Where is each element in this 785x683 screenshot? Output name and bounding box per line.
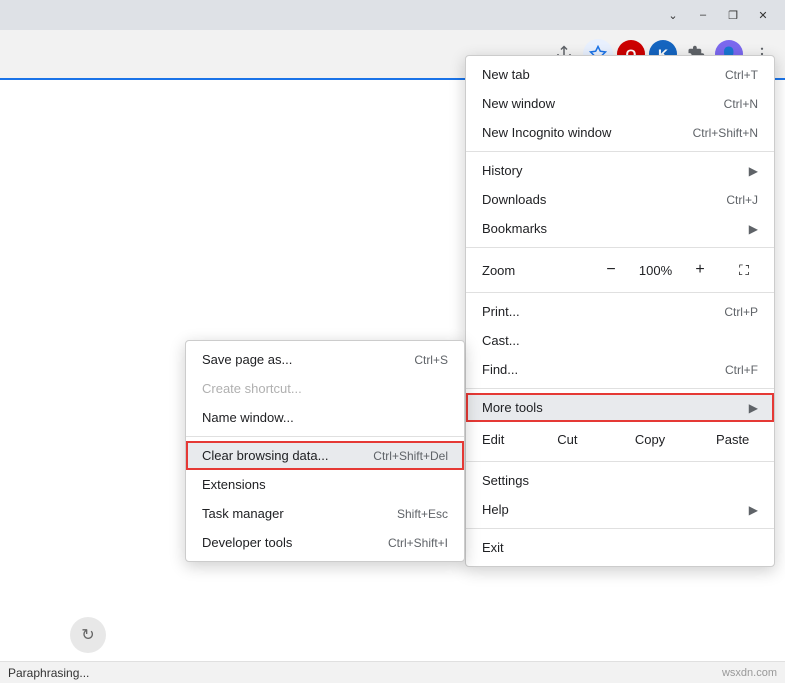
- separator-4: [466, 388, 774, 389]
- menu-item-find[interactable]: Find... Ctrl+F: [466, 355, 774, 384]
- menu-item-more-tools[interactable]: More tools ▶: [466, 393, 774, 422]
- zoom-row: Zoom − 100% + ⛶: [466, 252, 774, 288]
- menu-item-new-tab[interactable]: New tab Ctrl+T: [466, 60, 774, 89]
- menu-item-incognito[interactable]: New Incognito window Ctrl+Shift+N: [466, 118, 774, 147]
- menu-item-cast[interactable]: Cast...: [466, 326, 774, 355]
- close-button[interactable]: ✕: [749, 5, 777, 25]
- submenu-item-developer-tools[interactable]: Developer tools Ctrl+Shift+I: [186, 528, 464, 557]
- copy-button[interactable]: Copy: [609, 426, 692, 453]
- menu-item-print[interactable]: Print... Ctrl+P: [466, 297, 774, 326]
- submenu-item-name-window[interactable]: Name window...: [186, 403, 464, 432]
- separator-3: [466, 292, 774, 293]
- status-bar: Paraphrasing... wsxdn.com: [0, 661, 785, 683]
- submenu-item-task-manager[interactable]: Task manager Shift+Esc: [186, 499, 464, 528]
- separator-6: [466, 528, 774, 529]
- menu-item-settings[interactable]: Settings: [466, 466, 774, 495]
- paraphrase-icon: ↻: [70, 617, 106, 653]
- wsxdn-text: wsxdn.com: [722, 667, 777, 679]
- menu-item-downloads[interactable]: Downloads Ctrl+J: [466, 185, 774, 214]
- submenu-item-clear-browsing[interactable]: Clear browsing data... Ctrl+Shift+Del: [186, 441, 464, 470]
- title-bar: ⌄ – ❐ ✕: [0, 0, 785, 30]
- cut-button[interactable]: Cut: [526, 426, 609, 453]
- submenu-item-create-shortcut[interactable]: Create shortcut...: [186, 374, 464, 403]
- back-icon: ⌄: [659, 5, 687, 25]
- menu-item-new-window[interactable]: New window Ctrl+N: [466, 89, 774, 118]
- menu-item-help[interactable]: Help ▶: [466, 495, 774, 524]
- separator-5: [466, 461, 774, 462]
- separator-2: [466, 247, 774, 248]
- zoom-out-button[interactable]: −: [597, 256, 625, 284]
- menu-item-bookmarks[interactable]: Bookmarks ▶: [466, 214, 774, 243]
- zoom-in-button[interactable]: +: [686, 256, 714, 284]
- fullscreen-button[interactable]: ⛶: [730, 256, 758, 284]
- paste-button[interactable]: Paste: [691, 426, 774, 453]
- maximize-button[interactable]: ❐: [719, 5, 747, 25]
- edit-row: Edit Cut Copy Paste: [466, 422, 774, 457]
- menu-item-history[interactable]: History ▶: [466, 156, 774, 185]
- main-menu: New tab Ctrl+T New window Ctrl+N New Inc…: [465, 55, 775, 567]
- paraphrasing-text: Paraphrasing...: [8, 666, 89, 680]
- submenu-item-save-page[interactable]: Save page as... Ctrl+S: [186, 345, 464, 374]
- minimize-button[interactable]: –: [689, 5, 717, 25]
- sub-separator-1: [186, 436, 464, 437]
- menu-item-exit[interactable]: Exit: [466, 533, 774, 562]
- sub-menu-more-tools: Save page as... Ctrl+S Create shortcut..…: [185, 340, 465, 562]
- separator-1: [466, 151, 774, 152]
- submenu-item-extensions[interactable]: Extensions: [186, 470, 464, 499]
- zoom-controls: − 100% + ⛶: [597, 256, 758, 284]
